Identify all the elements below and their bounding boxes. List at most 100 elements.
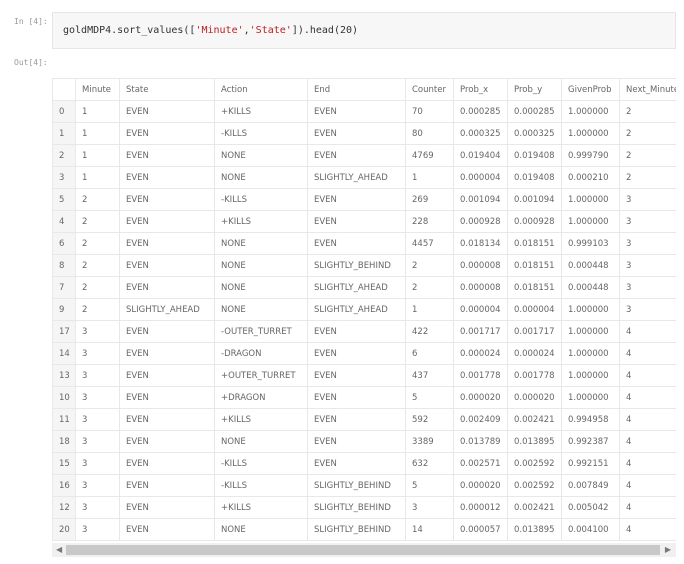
row-index: 15 [52,452,76,475]
table-cell: 0.013789 [453,430,508,453]
table-cell: 3 [75,364,120,387]
table-cell: SLIGHTLY_AHEAD [307,298,406,321]
table-cell: 3 [75,408,120,431]
table-cell: 0.000008 [453,254,508,277]
table-cell: 0.002421 [507,496,562,519]
table-row: 2 1 EVEN NONE EVEN 4769 0.019404 0.019408 0.9997… [52,144,676,167]
table-row: 14 3 EVEN -DRAGON EVEN 6 0.000024 0.000024 1.000… [52,342,676,365]
table-row: 1 1 EVEN -KILLS EVEN 80 0.000325 0.000325 1.0000… [52,122,676,145]
column-header: Prob_y [507,78,562,101]
table-cell: 2 [75,210,120,233]
table-cell: 3 [619,188,676,211]
table-cell: 0.000448 [561,254,620,277]
table-cell: 0.001717 [507,320,562,343]
table-cell: 0.000325 [453,122,508,145]
table-cell: 3389 [405,430,454,453]
row-index: 20 [52,518,76,541]
table-cell: 0.004100 [561,518,620,541]
scroll-left-icon[interactable]: ◀ [56,545,62,554]
table-row: 5 2 EVEN -KILLS EVEN 269 0.001094 0.001094 1.000… [52,188,676,211]
table-cell: 0.000020 [453,474,508,497]
table-cell: 4 [619,386,676,409]
table-cell: EVEN [307,210,406,233]
table-cell: SLIGHTLY_BEHIND [307,474,406,497]
table-cell: EVEN [119,452,215,475]
row-index: 12 [52,496,76,519]
table-cell: +DRAGON [214,386,308,409]
table-cell: EVEN [119,386,215,409]
table-cell: -KILLS [214,122,308,145]
table-cell: 0.000285 [507,100,562,123]
row-index: 14 [52,342,76,365]
table-cell: 0.001778 [453,364,508,387]
dataframe-output: Minute State Action End Counter Prob_x Prob_y G… [52,78,676,557]
table-cell: 0.999790 [561,144,620,167]
table-cell: EVEN [119,188,215,211]
table-cell: 0.000285 [453,100,508,123]
scrollbar-thumb[interactable] [66,545,660,555]
table-cell: 2 [75,232,120,255]
table-cell: NONE [214,298,308,321]
code-cell[interactable]: goldMDP4.sort_values(['Minute','State'])… [52,12,676,49]
table-cell: 228 [405,210,454,233]
table-cell: 0.000928 [507,210,562,233]
table-cell: 3 [75,452,120,475]
table-cell: 592 [405,408,454,431]
table-cell: 0.992151 [561,452,620,475]
table-cell: 2 [619,144,676,167]
table-cell: 0.013895 [507,430,562,453]
table-cell: EVEN [119,122,215,145]
table-cell: 0.018134 [453,232,508,255]
table-cell: EVEN [307,188,406,211]
column-header: End [307,78,406,101]
table-header: Minute State Action End Counter Prob_x Prob_y G… [52,78,676,101]
table-cell: 3 [619,298,676,321]
table-cell: SLIGHTLY_AHEAD [119,298,215,321]
table-row: 9 2 SLIGHTLY_AHEAD NONE SLIGHTLY_AHEAD 1 0.000… [52,298,676,321]
table-row: 16 3 EVEN -KILLS SLIGHTLY_BEHIND 5 0.000020 0.0… [52,474,676,497]
table-cell: 1 [75,122,120,145]
column-header: Minute [75,78,120,101]
dataframe-table: Minute State Action End Counter Prob_x Prob_y G… [52,78,676,541]
table-row: 15 3 EVEN -KILLS EVEN 632 0.002571 0.002592 0.99… [52,452,676,475]
table-cell: 4 [619,430,676,453]
table-cell: 0.019408 [507,166,562,189]
horizontal-scrollbar[interactable]: ◀ ▶ [52,543,676,557]
table-cell: EVEN [307,342,406,365]
table-cell: +KILLS [214,496,308,519]
table-cell: 0.000024 [453,342,508,365]
table-row: 10 3 EVEN +DRAGON EVEN 5 0.000020 0.000020 1.000… [52,386,676,409]
table-cell: 0.001094 [453,188,508,211]
row-index: 5 [52,188,76,211]
column-header: GivenProb [561,78,620,101]
table-cell: 4 [619,342,676,365]
table-cell: 1.000000 [561,122,620,145]
table-cell: -KILLS [214,188,308,211]
table-cell: 2 [75,276,120,299]
table-row: 4 2 EVEN +KILLS EVEN 228 0.000928 0.000928 1.000… [52,210,676,233]
table-cell: EVEN [119,518,215,541]
table-cell: +OUTER_TURRET [214,364,308,387]
table-cell: EVEN [307,364,406,387]
table-cell: 0.000004 [453,166,508,189]
table-cell: 0.999103 [561,232,620,255]
table-cell: 2 [75,254,120,277]
table-cell: 5 [405,386,454,409]
table-cell: EVEN [307,430,406,453]
table-cell: EVEN [307,408,406,431]
table-cell: 1 [75,100,120,123]
table-cell: 0.000210 [561,166,620,189]
table-cell: 3 [405,496,454,519]
table-cell: 0.002409 [453,408,508,431]
table-cell: 3 [619,210,676,233]
table-cell: 2 [75,298,120,321]
table-cell: 3 [75,474,120,497]
table-row: 3 1 EVEN NONE SLIGHTLY_AHEAD 1 0.000004 0.01940… [52,166,676,189]
scroll-right-icon[interactable]: ▶ [665,545,671,554]
table-cell: 1.000000 [561,210,620,233]
table-cell: 269 [405,188,454,211]
table-cell: 0.002592 [507,474,562,497]
table-cell: SLIGHTLY_AHEAD [307,166,406,189]
table-cell: -KILLS [214,452,308,475]
code-string: 'Minute' [195,25,244,36]
